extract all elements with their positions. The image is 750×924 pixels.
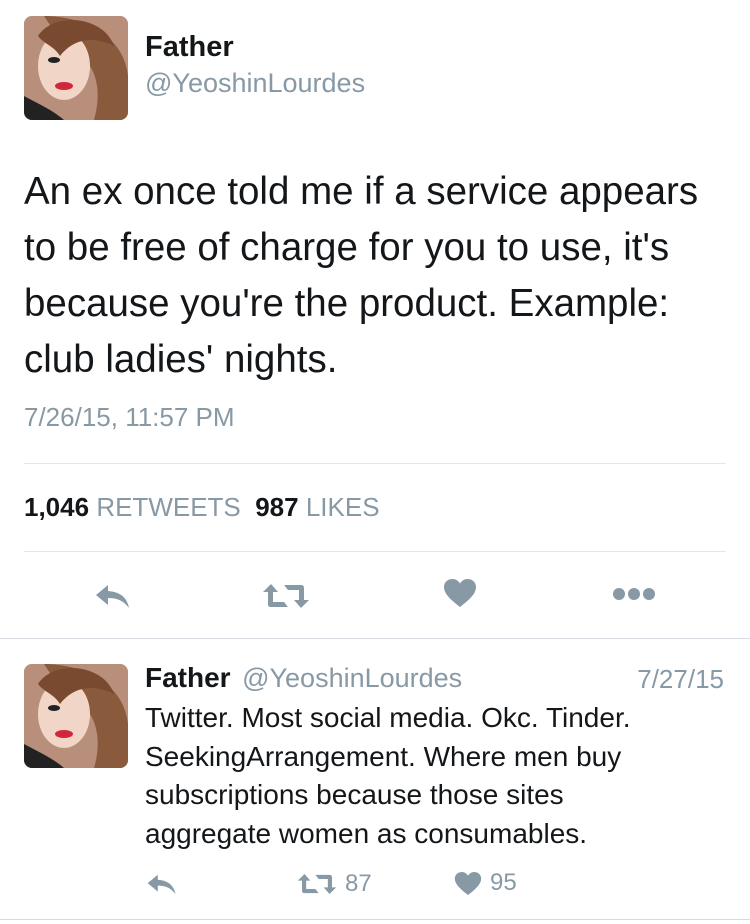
avatar-image <box>24 664 128 768</box>
reply-icon <box>147 874 176 895</box>
tweet-text: An ex once told me if a service appears … <box>24 170 699 381</box>
like-button[interactable] <box>443 578 477 608</box>
tweet-timestamp: 7/26/15, 11:57 PM <box>24 402 235 432</box>
reply-like-button[interactable]: 95 <box>454 869 517 897</box>
reply-avatar[interactable] <box>24 664 128 768</box>
retweet-label[interactable]: RETWEETS <box>96 492 240 522</box>
reply-author-name[interactable]: Father <box>145 662 231 693</box>
divider <box>24 551 726 552</box>
reply-author-handle[interactable]: @YeoshinLourdes <box>242 663 462 693</box>
retweet-icon <box>297 874 337 894</box>
more-button[interactable] <box>612 586 656 602</box>
reply-button[interactable] <box>94 581 132 611</box>
like-label[interactable]: LIKES <box>306 492 380 522</box>
avatar-image <box>24 16 128 120</box>
reply-text: Twitter. Most social media. Okc. Tinder.… <box>145 702 631 849</box>
heart-icon <box>444 579 476 607</box>
heart-icon <box>454 871 482 895</box>
reply-retweet-button[interactable]: 87 <box>297 870 372 898</box>
reply-like-count: 95 <box>490 869 517 896</box>
retweet-icon <box>263 584 309 608</box>
author-handle[interactable]: @YeoshinLourdes <box>145 68 365 99</box>
tweet-stats: 1,046 RETWEETS 987 LIKES <box>24 492 380 523</box>
like-count[interactable]: 987 <box>255 492 298 522</box>
reply-retweet-count: 87 <box>345 870 372 897</box>
divider <box>24 463 726 464</box>
bottom-divider <box>0 919 750 920</box>
reply-reply-button[interactable] <box>146 871 178 897</box>
section-divider <box>0 638 750 639</box>
author-name[interactable]: Father <box>145 31 234 64</box>
reply-date: 7/27/15 <box>637 664 724 694</box>
more-icon <box>613 588 655 600</box>
reply-icon <box>96 585 129 608</box>
retweet-button[interactable] <box>262 582 310 610</box>
avatar[interactable] <box>24 16 128 120</box>
retweet-count[interactable]: 1,046 <box>24 492 89 522</box>
reply-header: Father @YeoshinLourdes <box>145 662 462 694</box>
